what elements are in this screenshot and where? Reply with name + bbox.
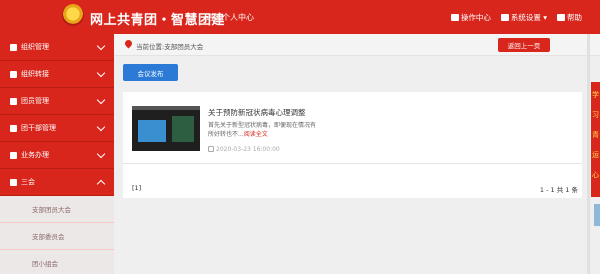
chevron-down-icon <box>96 95 106 105</box>
breadcrumb-text: 当前位置:支部团员大会 <box>136 43 204 51</box>
system-settings-link[interactable]: 系统设置 ▾ <box>500 12 547 23</box>
help-link[interactable]: 帮助 <box>557 12 582 23</box>
league-emblem-logo <box>62 4 84 26</box>
page-scrollbar[interactable] <box>587 34 590 274</box>
sidebar-item-org-transfer[interactable]: 组织转接 <box>0 61 114 88</box>
sidebar-subitem-branch-general-meeting[interactable]: 支部团员大会 <box>0 196 114 223</box>
article-title[interactable]: 关于预防新冠状病毒心理调整 <box>208 107 306 118</box>
meeting-list-panel: 关于预防新冠状病毒心理调整 首先关于新型冠状病毒，即便现在情况有所好转也不...… <box>123 92 582 198</box>
article-date: 2020-03-23 16:00:00 <box>208 146 280 153</box>
pagination-current-page[interactable]: [1] <box>132 184 141 192</box>
monitor-icon <box>450 14 459 21</box>
sidebar-subitem-branch-committee[interactable]: 支部委员会 <box>0 223 114 250</box>
chevron-up-icon <box>96 179 106 189</box>
sidebar: 组织管理 组织转接 团员管理 团干部管理 业务办理 三会 支部团员大会 支部委员… <box>0 34 114 274</box>
chevron-down-icon <box>96 149 106 159</box>
pagination-info: 1 - 1 共 1 条 <box>539 186 578 194</box>
back-button[interactable]: 返回上一页 <box>498 38 550 52</box>
meeting-icon <box>10 178 17 186</box>
calendar-icon <box>208 146 214 152</box>
sidebar-item-three-meetings[interactable]: 三会 <box>0 169 114 196</box>
sidebar-item-member-management[interactable]: 团员管理 <box>0 88 114 115</box>
settings-icon <box>500 14 509 21</box>
sidebar-submenu: 支部团员大会 支部委员会 团小组会 <box>0 196 114 274</box>
chevron-down-icon <box>96 41 106 51</box>
members-icon <box>10 97 17 105</box>
location-pin-icon <box>123 38 134 49</box>
side-floating-image[interactable] <box>594 204 600 226</box>
article-thumbnail[interactable] <box>132 106 200 151</box>
sidebar-item-org-management[interactable]: 组织管理 <box>0 34 114 61</box>
breadcrumb: 当前位置:支部团员大会 返回上一页 <box>114 34 600 56</box>
sidebar-item-business[interactable]: 业务办理 <box>0 142 114 169</box>
side-promo-banner[interactable]: 学 习 青 运 心 <box>591 82 600 197</box>
top-header: 网上共青团・智慧团建 进入个人中心 操作中心 系统设置 ▾ 帮助 <box>0 0 600 34</box>
enter-personal-center-link[interactable]: 进入个人中心 <box>206 12 254 23</box>
article-summary: 首先关于新型冠状病毒，即便现在情况有所好转也不...阅读全文 <box>208 122 317 138</box>
operation-center-link[interactable]: 操作中心 <box>450 12 491 23</box>
org-icon <box>10 43 17 51</box>
chevron-down-icon <box>96 68 106 78</box>
sidebar-item-cadre-management[interactable]: 团干部管理 <box>0 115 114 142</box>
list-item: 关于预防新冠状病毒心理调整 首先关于新型冠状病毒，即便现在情况有所好转也不...… <box>123 92 582 164</box>
read-more-link[interactable]: 阅读全文 <box>244 131 268 138</box>
brand-title: 网上共青团・智慧团建 <box>90 13 226 28</box>
chevron-down-icon <box>96 122 106 132</box>
sidebar-subitem-group-meeting[interactable]: 团小组会 <box>0 250 114 274</box>
business-icon <box>10 151 17 159</box>
top-actions: 操作中心 系统设置 ▾ 帮助 <box>450 12 582 23</box>
transfer-icon <box>10 70 17 78</box>
help-icon <box>557 14 565 21</box>
cadre-icon <box>10 124 17 132</box>
publish-meeting-button[interactable]: 会议发布 <box>123 64 178 81</box>
